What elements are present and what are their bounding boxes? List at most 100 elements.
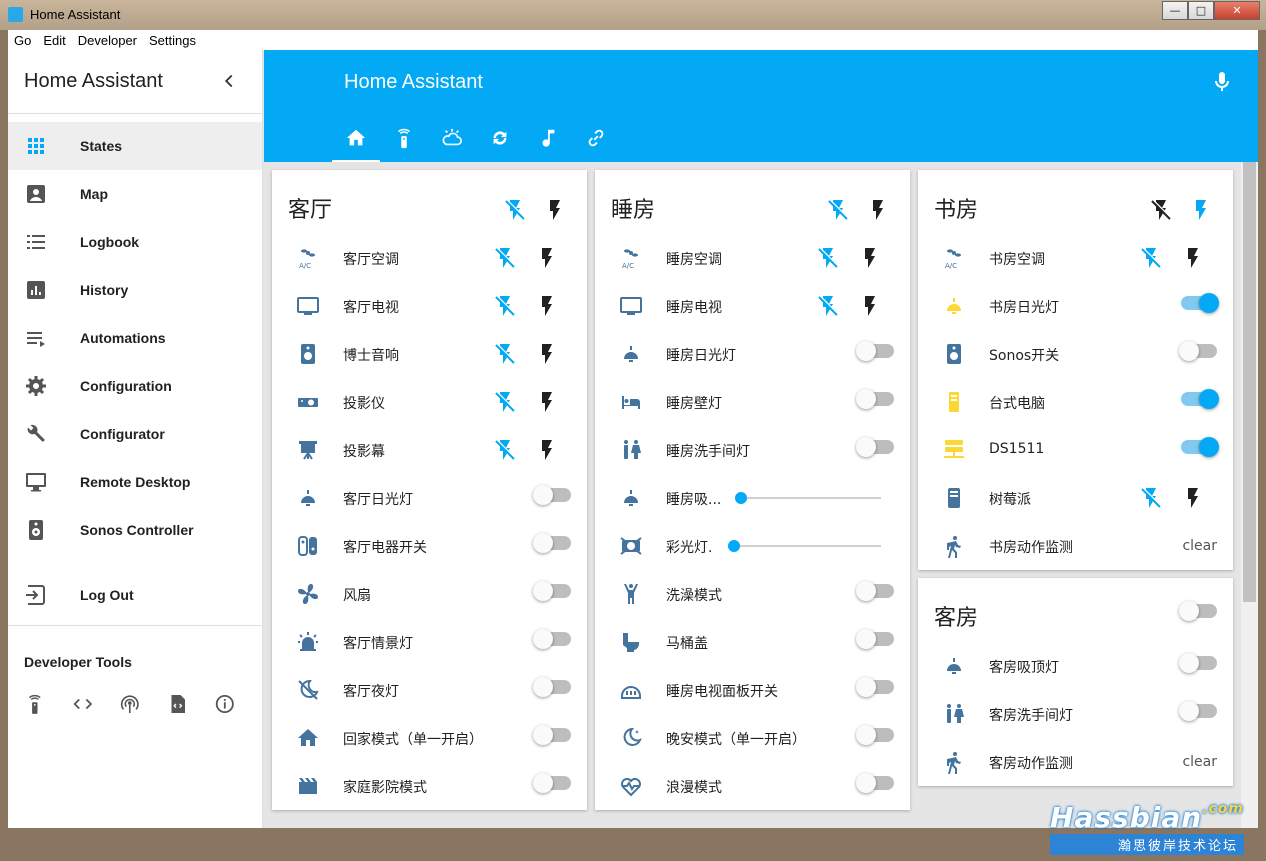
sidebar-item-configurator[interactable]: Configurator [8, 410, 262, 458]
turn-on-button[interactable] [535, 390, 559, 414]
turn-on-button[interactable] [535, 342, 559, 366]
menu-developer[interactable]: Developer [72, 33, 143, 48]
brightness-slider[interactable] [735, 492, 881, 504]
entity-row[interactable]: 书房动作监测 clear [918, 522, 1233, 570]
entity-row[interactable]: 彩光灯. [595, 522, 910, 570]
toggle-switch[interactable] [1179, 701, 1217, 721]
toggle-switch[interactable] [533, 677, 571, 697]
sidebar-item-states[interactable]: States [8, 122, 262, 170]
toggle-switch[interactable] [1181, 293, 1219, 313]
toggle-switch[interactable] [1181, 437, 1219, 457]
menu-go[interactable]: Go [8, 33, 37, 48]
entity-row[interactable]: 客房洗手间灯 [918, 690, 1233, 738]
sidebar-item-history[interactable]: History [8, 266, 262, 314]
tab-weather[interactable] [428, 114, 476, 162]
maximize-button[interactable]: □ [1188, 1, 1214, 20]
turn-on-button[interactable] [1181, 486, 1205, 510]
toggle-switch[interactable] [856, 341, 894, 361]
scrollbar-thumb[interactable] [1243, 162, 1256, 602]
entity-row[interactable]: 家庭影院模式 [272, 762, 587, 810]
close-window-button[interactable]: ✕ [1214, 1, 1260, 20]
content-scrollbar[interactable] [1241, 162, 1258, 828]
turn-on-button[interactable] [858, 246, 882, 270]
toggle-switch[interactable] [856, 773, 894, 793]
file-code-icon[interactable] [167, 692, 189, 716]
turn-on-all-button[interactable] [543, 198, 567, 222]
entity-row[interactable]: 回家模式（单一开启） [272, 714, 587, 762]
entity-row[interactable]: 投影仪 [272, 378, 587, 426]
toggle-switch[interactable] [1179, 653, 1217, 673]
turn-on-all-button[interactable] [1189, 198, 1213, 222]
entity-row[interactable]: 客厅日光灯 [272, 474, 587, 522]
slider-knob[interactable] [735, 492, 747, 504]
turn-on-button[interactable] [535, 294, 559, 318]
sidebar-item-sonos-controller[interactable]: Sonos Controller [8, 506, 262, 554]
entity-row[interactable]: 睡房日光灯 [595, 330, 910, 378]
toggle-switch[interactable] [856, 725, 894, 745]
turn-off-all-button[interactable] [826, 198, 850, 222]
entity-row[interactable]: 客厅电器开关 [272, 522, 587, 570]
tab-remote[interactable] [380, 114, 428, 162]
entity-row[interactable]: 睡房吸... [595, 474, 910, 522]
turn-off-button[interactable] [493, 342, 517, 366]
turn-on-button[interactable] [535, 246, 559, 270]
minimize-button[interactable]: — [1162, 1, 1188, 20]
entity-row[interactable]: A/C 书房空调 [918, 234, 1233, 282]
remote-icon[interactable] [24, 692, 46, 716]
tab-link[interactable] [572, 114, 620, 162]
turn-off-button[interactable] [816, 294, 840, 318]
turn-on-all-button[interactable] [866, 198, 890, 222]
entity-row[interactable]: 风扇 [272, 570, 587, 618]
slider-knob[interactable] [728, 540, 740, 552]
toggle-switch[interactable] [533, 581, 571, 601]
color-slider[interactable] [728, 540, 881, 552]
entity-row[interactable]: 客厅夜灯 [272, 666, 587, 714]
turn-off-button[interactable] [493, 438, 517, 462]
sidebar-item-logbook[interactable]: Logbook [8, 218, 262, 266]
toggle-switch[interactable] [856, 389, 894, 409]
toggle-switch[interactable] [856, 677, 894, 697]
entity-row[interactable]: 客厅情景灯 [272, 618, 587, 666]
microphone-icon[interactable] [1210, 70, 1234, 94]
antenna-icon[interactable] [119, 692, 141, 716]
toggle-switch[interactable] [856, 629, 894, 649]
entity-row[interactable]: 洗澡模式 [595, 570, 910, 618]
entity-row[interactable]: 晚安模式（单一开启） [595, 714, 910, 762]
turn-off-button[interactable] [493, 246, 517, 270]
turn-off-button[interactable] [493, 294, 517, 318]
entity-row[interactable]: 树莓派 [918, 474, 1233, 522]
entity-row[interactable]: 客房动作监测 clear [918, 738, 1233, 786]
turn-off-button[interactable] [1139, 246, 1163, 270]
entity-row[interactable]: 博士音响 [272, 330, 587, 378]
toggle-switch[interactable] [533, 725, 571, 745]
menu-settings[interactable]: Settings [143, 33, 202, 48]
sidebar-item-remote-desktop[interactable]: Remote Desktop [8, 458, 262, 506]
toggle-switch[interactable] [1179, 341, 1217, 361]
toggle-switch[interactable] [1181, 389, 1219, 409]
toggle-switch[interactable] [533, 533, 571, 553]
sidebar-item-map[interactable]: Map [8, 170, 262, 218]
chevron-left-icon[interactable] [218, 70, 240, 92]
tab-music[interactable] [524, 114, 572, 162]
entity-row[interactable]: A/C 客厅空调 [272, 234, 587, 282]
code-icon[interactable] [72, 692, 94, 716]
entity-row[interactable]: 投影幕 [272, 426, 587, 474]
entity-row[interactable]: A/C 睡房空调 [595, 234, 910, 282]
entity-row[interactable]: 睡房壁灯 [595, 378, 910, 426]
entity-row[interactable]: 浪漫模式 [595, 762, 910, 810]
toggle-switch[interactable] [856, 581, 894, 601]
entity-row[interactable]: 睡房洗手间灯 [595, 426, 910, 474]
entity-row[interactable]: 台式电脑 [918, 378, 1233, 426]
entity-row[interactable]: 睡房电视 [595, 282, 910, 330]
tab-sync[interactable] [476, 114, 524, 162]
toggle-switch[interactable] [856, 437, 894, 457]
turn-on-button[interactable] [858, 294, 882, 318]
entity-row[interactable]: Sonos开关 [918, 330, 1233, 378]
toggle-switch[interactable] [533, 629, 571, 649]
info-icon[interactable] [214, 692, 236, 716]
toggle-all-switch[interactable] [1179, 601, 1217, 621]
entity-row[interactable]: DS1511 [918, 426, 1233, 474]
tab-home[interactable] [332, 114, 380, 162]
entity-row[interactable]: 睡房电视面板开关 [595, 666, 910, 714]
sidebar-item-logout[interactable]: Log Out [8, 571, 262, 619]
